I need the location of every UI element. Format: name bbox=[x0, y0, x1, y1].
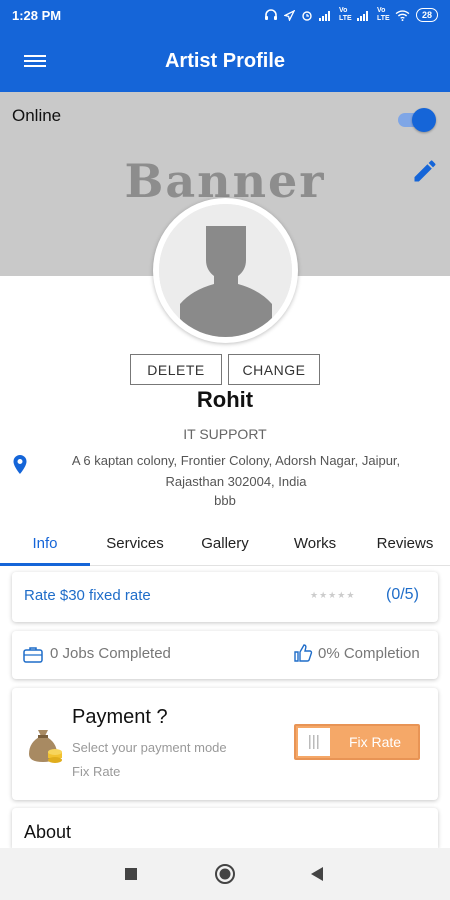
toggle-handle[interactable] bbox=[298, 728, 330, 756]
jobs-completed-text: 0 Jobs Completed bbox=[50, 645, 171, 662]
signal-label-2: Vo LTE bbox=[376, 7, 390, 22]
tab-reviews[interactable]: Reviews bbox=[360, 522, 450, 565]
thumbs-up-icon bbox=[293, 643, 313, 668]
status-bar: 1:28 PM Vo LTE Vo LTE 28 bbox=[0, 0, 450, 30]
alarm-icon bbox=[302, 11, 312, 21]
status-time: 1:28 PM bbox=[12, 7, 62, 23]
tab-info[interactable]: Info bbox=[0, 522, 90, 566]
menu-button[interactable] bbox=[0, 30, 70, 92]
rating-stars: ★ ★ ★ ★ ★ bbox=[310, 589, 354, 601]
money-bag-icon bbox=[24, 722, 64, 769]
delete-button[interactable]: DELETE bbox=[130, 354, 222, 385]
wifi-icon bbox=[395, 9, 410, 21]
about-card: About bbox=[12, 808, 438, 848]
about-title: About bbox=[24, 822, 72, 842]
star-icon: ★ bbox=[328, 590, 337, 600]
avatar bbox=[159, 204, 292, 337]
app-bar: Artist Profile bbox=[0, 30, 450, 92]
triangle-back-icon bbox=[311, 867, 323, 881]
fix-rate-label: Fix Rate bbox=[348, 734, 402, 750]
pencil-icon bbox=[414, 160, 436, 182]
circle-icon bbox=[215, 864, 235, 884]
location-pin-icon bbox=[12, 455, 28, 480]
edit-banner-button[interactable] bbox=[408, 154, 442, 188]
profile-extra-text: bbb bbox=[214, 493, 236, 508]
briefcase-icon bbox=[23, 645, 43, 668]
status-icons: Vo LTE Vo LTE 28 bbox=[264, 7, 438, 23]
payment-subtitle: Select your payment mode bbox=[72, 740, 227, 755]
avatar-frame[interactable] bbox=[153, 198, 298, 343]
star-icon: ★ bbox=[337, 590, 346, 600]
profile-role: IT SUPPORT bbox=[183, 426, 267, 442]
address-line-1: A 6 kaptan colony, Frontier Colony, Ador… bbox=[71, 453, 401, 468]
online-label: Online bbox=[12, 106, 62, 125]
home-button[interactable] bbox=[213, 862, 237, 886]
star-icon: ★ bbox=[319, 590, 328, 600]
star-icon: ★ bbox=[310, 590, 319, 600]
square-icon bbox=[125, 868, 137, 880]
tab-gallery[interactable]: Gallery bbox=[180, 522, 270, 565]
payment-card: Payment ? Select your payment mode Fix R… bbox=[12, 688, 438, 800]
navigation-icon bbox=[283, 9, 295, 21]
person-silhouette-icon bbox=[159, 204, 292, 337]
rate-card: Rate $30 fixed rate ★ ★ ★ ★ ★ (0/5) bbox=[12, 572, 438, 622]
profile-address: A 6 kaptan colony, Frontier Colony, Ador… bbox=[40, 450, 432, 492]
toggle-knob bbox=[412, 108, 436, 132]
payment-title: Payment ? bbox=[72, 706, 168, 728]
star-icon: ★ bbox=[346, 590, 355, 600]
profile-tabs: Info Services Gallery Works Reviews bbox=[0, 522, 450, 566]
system-nav-bar bbox=[0, 848, 450, 900]
back-button[interactable] bbox=[305, 862, 329, 886]
headphones-icon bbox=[264, 9, 277, 20]
address-line-2: Rajasthan 302004, India bbox=[165, 474, 307, 489]
signal-icon bbox=[318, 10, 330, 21]
fix-rate-toggle[interactable]: Fix Rate bbox=[294, 724, 420, 760]
rating-value: (0/5) bbox=[386, 586, 419, 603]
completion-text: 0% Completion bbox=[318, 645, 420, 662]
signal-icon-2 bbox=[356, 10, 368, 21]
profile-name: Rohit bbox=[196, 387, 254, 412]
rate-text: Rate $30 fixed rate bbox=[24, 587, 151, 604]
battery-indicator: 28 bbox=[415, 8, 438, 22]
tab-works[interactable]: Works bbox=[270, 522, 360, 565]
payment-mode: Fix Rate bbox=[72, 764, 121, 779]
signal-label-1: Vo LTE bbox=[338, 7, 352, 22]
recents-button[interactable] bbox=[119, 862, 143, 886]
avatar-action-buttons: DELETE CHANGE bbox=[130, 354, 320, 385]
stats-card: 0 Jobs Completed 0% Completion bbox=[12, 631, 438, 679]
tab-services[interactable]: Services bbox=[90, 522, 180, 565]
online-toggle[interactable] bbox=[396, 108, 436, 132]
grip-icon bbox=[309, 735, 319, 749]
hamburger-menu-icon bbox=[24, 55, 46, 67]
change-button[interactable]: CHANGE bbox=[228, 354, 320, 385]
